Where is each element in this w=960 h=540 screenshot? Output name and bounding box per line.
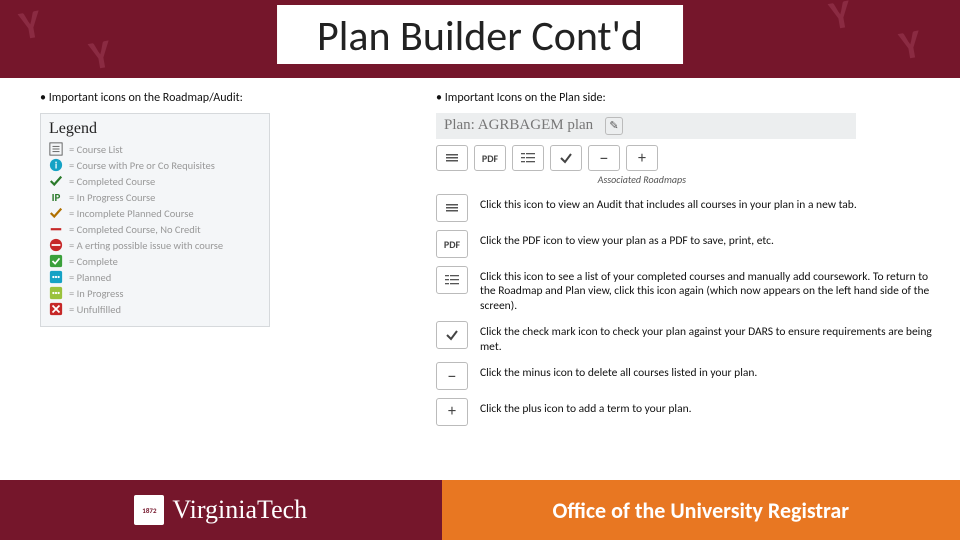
legend-row-in-progress: IP = In Progress Course	[49, 190, 261, 204]
legend-label: = In Progress Course	[69, 191, 155, 204]
check-icon	[49, 174, 63, 188]
unfulfilled-badge-icon	[49, 302, 63, 316]
add-term-button[interactable]: +	[626, 145, 658, 171]
planned-badge-icon	[49, 270, 63, 284]
legend-label: = Completed Course	[69, 175, 155, 188]
legend-row-prereq: i = Course with Pre or Co Requisites	[49, 158, 261, 172]
svg-text:i: i	[55, 160, 57, 172]
legend-row-planned: = Planned	[49, 270, 261, 284]
audit-icon	[436, 194, 468, 222]
decorative-branch: Y	[827, 0, 854, 37]
legend-row-issue: = A erting possible issue with course	[49, 238, 261, 252]
pdf-icon: PDF	[436, 230, 468, 258]
roadmap-icons-heading: Important icons on the Roadmap/Audit:	[40, 91, 436, 105]
decorative-branch: Y	[17, 3, 44, 46]
legend-panel: Legend = Course List i = Course with Pre…	[40, 113, 270, 327]
legend-row-in-progress2: = In Progress	[49, 286, 261, 300]
edit-icon[interactable]: ✎	[605, 117, 623, 135]
legend-label: = In Progress	[69, 287, 124, 300]
legend-label: = Complete	[69, 255, 118, 268]
desc-text: Click the PDF icon to view your plan as …	[480, 230, 774, 248]
legend-label: = Completed Course, No Credit	[69, 223, 201, 236]
desc-text: Click the minus icon to delete all cours…	[480, 362, 757, 380]
plus-icon: +	[436, 398, 468, 426]
plan-header: Plan: AGRBAGEM plan ✎	[436, 113, 856, 139]
footer-office: Office of the University Registrar	[442, 480, 960, 540]
left-column: Important icons on the Roadmap/Audit: Le…	[40, 91, 436, 465]
plan-label: Plan: AGRBAGEM plan	[444, 117, 593, 133]
in-progress-badge-icon	[49, 286, 63, 300]
check-plan-button[interactable]	[550, 145, 582, 171]
completed-courses-button[interactable]	[512, 145, 544, 171]
legend-row-completed: = Completed Course	[49, 174, 261, 188]
vt-shield-icon: 1872	[134, 495, 164, 525]
desc-row-minus: − Click the minus icon to delete all cou…	[436, 362, 940, 390]
desc-text: Click this icon to see a list of your co…	[480, 266, 940, 313]
legend-label: = Planned	[69, 271, 111, 284]
registrar-label: Office of the University Registrar	[552, 497, 849, 524]
checkmark-icon	[436, 321, 468, 349]
legend-row-unfulfilled: = Unfulfilled	[49, 302, 261, 316]
plan-icons-heading: Important Icons on the Plan side:	[436, 91, 940, 105]
legend-row-no-credit: = Completed Course, No Credit	[49, 222, 261, 236]
minus-icon: −	[436, 362, 468, 390]
desc-row-plus: + Click the plus icon to add a term to y…	[436, 398, 940, 426]
legend-label: = Unfulfilled	[69, 303, 121, 316]
legend-label: = Course with Pre or Co Requisites	[69, 159, 215, 172]
course-list-icon	[49, 142, 63, 156]
delete-courses-button[interactable]: −	[588, 145, 620, 171]
desc-text: Click this icon to view an Audit that in…	[480, 194, 857, 212]
incomplete-planned-icon	[49, 206, 63, 220]
plan-toolbar: PDF − +	[436, 145, 940, 171]
right-column: Important Icons on the Plan side: Plan: …	[436, 91, 940, 465]
ip-icon: IP	[49, 190, 63, 204]
desc-row-completed: Click this icon to see a list of your co…	[436, 266, 940, 313]
decorative-branch: Y	[87, 33, 114, 76]
desc-row-pdf: PDF Click the PDF icon to view your plan…	[436, 230, 940, 258]
desc-row-audit: Click this icon to view an Audit that in…	[436, 194, 940, 222]
vt-wordmark: VirginiaTech	[172, 495, 307, 525]
desc-row-check: Click the check mark icon to check your …	[436, 321, 940, 354]
legend-row-incomplete-planned: = Incomplete Planned Course	[49, 206, 261, 220]
decorative-branch: Y	[897, 23, 924, 66]
no-entry-icon	[49, 238, 63, 252]
audit-button[interactable]	[436, 145, 468, 171]
legend-label: = A erting possible issue with course	[69, 239, 223, 252]
footer: 1872 VirginiaTech Office of the Universi…	[0, 480, 960, 540]
content-area: Important icons on the Roadmap/Audit: Le…	[0, 85, 960, 465]
legend-row-course-list: = Course List	[49, 142, 261, 156]
footer-brand: 1872 VirginiaTech	[0, 480, 442, 540]
pdf-button[interactable]: PDF	[474, 145, 506, 171]
legend-label: = Course List	[69, 143, 123, 156]
header-band: Y Y Y Y Plan Builder Cont'd	[0, 0, 960, 78]
info-icon: i	[49, 158, 63, 172]
desc-text: Click the check mark icon to check your …	[480, 321, 940, 354]
vt-logo: 1872 VirginiaTech	[134, 495, 307, 525]
completed-list-icon	[436, 266, 468, 294]
minus-icon	[49, 222, 63, 236]
legend-row-complete: = Complete	[49, 254, 261, 268]
page-title: Plan Builder Cont'd	[277, 5, 683, 64]
associated-roadmaps-label: Associated Roadmaps	[436, 173, 686, 186]
desc-text: Click the plus icon to add a term to you…	[480, 398, 692, 416]
legend-label: = Incomplete Planned Course	[69, 207, 194, 220]
legend-title: Legend	[49, 120, 261, 138]
check-badge-icon	[49, 254, 63, 268]
